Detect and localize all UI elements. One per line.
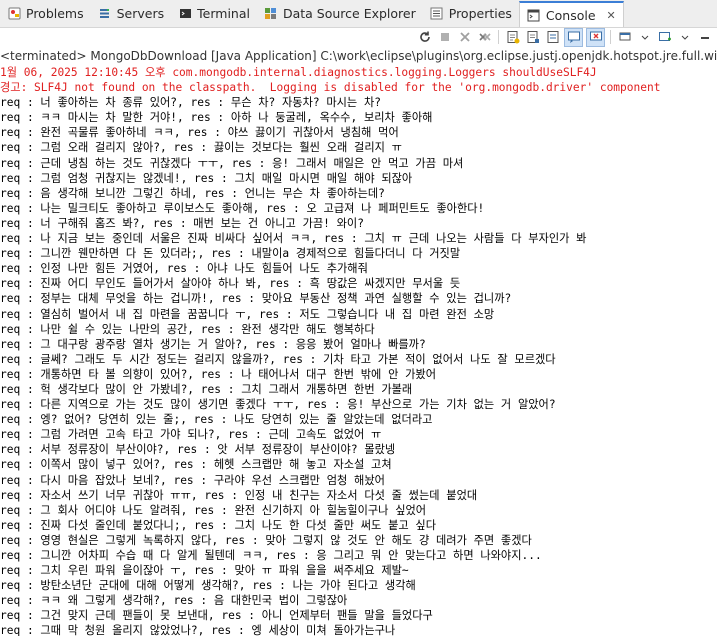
tab-label: Properties: [448, 6, 512, 21]
console-output-line: req : 인정 나만 힘든 거였어, res : 아냐 나도 힘들어 나도 추…: [0, 262, 368, 276]
toolbar-separator: [498, 30, 499, 44]
console-toolbar: [0, 27, 717, 47]
toolbar-separator: [610, 30, 611, 44]
servers-icon: [98, 7, 112, 21]
console-output-line: req : 그건 맞지 근데 팬들이 못 보낸대, res : 아니 언제부터 …: [0, 609, 433, 623]
console-output-line: req : 방탄소년단 군대에 대해 어떻게 생각해?, res : 나는 가야…: [0, 579, 416, 593]
console-output-line: req : 너 좋아하는 차 종류 있어?, res : 무슨 차? 자동차? …: [0, 96, 381, 110]
show-console-on-error-icon[interactable]: [586, 27, 605, 47]
console-output-line: req : 이쪽서 많이 넣구 있어?, res : 헤헷 스크랩만 해 놓고 …: [0, 458, 392, 472]
console-output-line: req : 열심히 벌어서 내 집 마련을 꿈꿉니다 ㅜ, res : 저도 그…: [0, 307, 495, 321]
console-output-line: req : 그럼 오래 걸리지 않아?, res : 끓이는 것보다는 훨씬 오…: [0, 141, 402, 155]
clear-console-icon[interactable]: [504, 29, 521, 46]
terminal-icon: [178, 7, 192, 21]
console-output-line: req : ㅋㅋ 왜 그렇게 생각해?, res : 음 대한민국 법이 그렇잖…: [0, 594, 348, 608]
console-output-line: req : 글쎄? 그래도 두 시간 정도는 걸리지 않을까?, res : 기…: [0, 352, 556, 366]
tab-data-source-explorer[interactable]: Data Source Explorer: [257, 0, 423, 27]
problems-icon: [7, 7, 21, 21]
console-output-line: req : 정부는 대체 무엇을 하는 겁니까!, res : 맞아요 부동산 …: [0, 292, 512, 306]
console-output-line: req : 그럼 엄청 귀찮지는 않겠네!, res : 그치 매일 마시면 매…: [0, 171, 413, 185]
console-output-line: req : 나만 쉴 수 있는 나만의 공간, res : 완전 생각만 해도 …: [0, 322, 375, 336]
console-output-line: req : 그치 우린 파워 을이잖아 ㅜ, res : 맞아 ㅠ 파워 을을 …: [0, 564, 409, 578]
tab-label: Servers: [116, 6, 165, 21]
terminate-icon[interactable]: [436, 29, 453, 46]
remove-all-terminated-icon[interactable]: [476, 29, 493, 46]
tab-label: Data Source Explorer: [282, 6, 416, 21]
console-output-line: req : 개통하면 타 볼 의향이 있어?, res : 나 태어나서 대구 …: [0, 367, 436, 381]
minimize-icon[interactable]: [696, 29, 713, 46]
console-error-line: 경고: SLF4J not found on the classpath. Lo…: [0, 81, 661, 95]
open-console-icon[interactable]: [656, 29, 673, 46]
console-output-line: req : ㅋㅋ 마시는 차 말한 거야!, res : 아하 나 둥굴레, 옥…: [0, 111, 433, 125]
tab-servers[interactable]: Servers: [91, 0, 172, 27]
chevron-down-icon[interactable]: [676, 29, 693, 46]
console-output-line: req : 그니깐 웬만하면 다 돈 있더라;, res : 내말이a 경제적으…: [0, 247, 461, 261]
console-output-line: req : 그럼 가려면 고속 타고 가야 되나?, res : 근데 고속도 …: [0, 428, 382, 442]
console-output-line: req : 다른 지역으로 가는 것도 많이 생기면 좋겠다 ㅜㅜ, res :…: [0, 398, 556, 412]
tab-label: Problems: [26, 6, 84, 21]
console-output-line: req : 다시 마음 잡았나 보네?, res : 구라야 우선 스크랩만 엄…: [0, 473, 385, 487]
console-output[interactable]: 1월 06, 2025 12:10:45 오후 com.mongodb.inte…: [0, 65, 717, 636]
console-output-line: req : 완전 곡물류 좋아하네 ㅋㅋ, res : 야쓰 끓이기 귀찮아서 …: [0, 126, 399, 140]
console-error-line: 1월 06, 2025 12:10:45 오후 com.mongodb.inte…: [0, 66, 597, 79]
console-output-line: req : 그니깐 어차피 수습 때 다 알게 될텐데 ㅋㅋ, res : 응 …: [0, 549, 542, 562]
console-output-line: req : 서부 정류장이 부산이야?, res : 앗 서부 정류장이 부산이…: [0, 443, 396, 457]
launch-description: <terminated> MongoDbDownload [Java Appli…: [0, 49, 717, 63]
tab-label: Terminal: [197, 6, 250, 21]
word-wrap-icon[interactable]: [544, 29, 561, 46]
close-icon[interactable]: ✕: [607, 9, 616, 22]
remove-launch-icon[interactable]: [456, 29, 473, 46]
tab-terminal[interactable]: Terminal: [171, 0, 257, 27]
console-output-line: req : 그때 막 청원 올리지 않았었나?, res : 엥 세상이 미쳐 …: [0, 624, 396, 636]
data-source-explorer-icon: [264, 7, 278, 21]
console-output-line: req : 영영 현실은 그렇게 녹록하지 않다, res : 맞아 그렇지 않…: [0, 533, 532, 547]
console-output-line: req : 진짜 다섯 줄인데 붙었다니;, res : 그치 나도 한 다섯 …: [0, 518, 436, 532]
console-output-line: req : 나는 밀크티도 좋아하고 루이보스도 좋아해, res : 오 고급…: [0, 201, 485, 215]
refresh-icon[interactable]: [416, 29, 433, 46]
console-output-line: req : 그 회사 어디야 나도 알려줘, res : 완전 신기하지 아 힐…: [0, 503, 427, 517]
console-output-line: req : 그 대구랑 광주랑 열차 생기는 거 알아?, res : 응응 봤…: [0, 337, 426, 351]
console-output-line: req : 근데 냉침 하는 것도 귀찮겠다 ㅜㅜ, res : 응! 그래서 …: [0, 156, 464, 170]
console-icon: [527, 8, 541, 22]
tab-console[interactable]: Console ✕: [518, 1, 624, 27]
scroll-lock-icon[interactable]: [524, 29, 541, 46]
tab-label: Console: [545, 7, 596, 23]
console-output-line: req : 너 구해줘 홈즈 봐?, res : 매번 보는 건 아니고 가끔!…: [0, 216, 364, 230]
tab-properties[interactable]: Properties: [423, 0, 519, 27]
console-output-line: req : 헉 생각보다 많이 안 가봤네?, res : 그치 그래서 개통하…: [0, 382, 413, 396]
console-output-line: req : 진짜 어디 무인도 들어가서 살아야 하나 봐, res : 흑 땅…: [0, 277, 461, 291]
properties-icon: [430, 7, 444, 21]
chevron-down-icon[interactable]: [636, 29, 653, 46]
console-output-line: req : 엥? 없어? 당연히 있는 줄;, res : 나도 당연히 있는 …: [0, 413, 433, 427]
pin-console-icon[interactable]: [616, 29, 633, 46]
console-output-line: req : 자소서 쓰기 너무 귀찮아 ㅠㅠ, res : 인정 내 친구는 자…: [0, 488, 478, 502]
console-output-line: req : 나 지금 보는 중인데 서울은 진짜 비싸다 싶어서 ㅋㅋ, res…: [0, 232, 587, 246]
tab-problems[interactable]: Problems: [0, 0, 91, 27]
show-console-on-output-icon[interactable]: [564, 27, 583, 47]
console-output-line: req : 음 생각해 보니깐 그렇긴 하네, res : 언니는 무슨 차 좋…: [0, 186, 385, 200]
view-tab-bar: Problems Servers Terminal Data Source Ex…: [0, 0, 717, 28]
